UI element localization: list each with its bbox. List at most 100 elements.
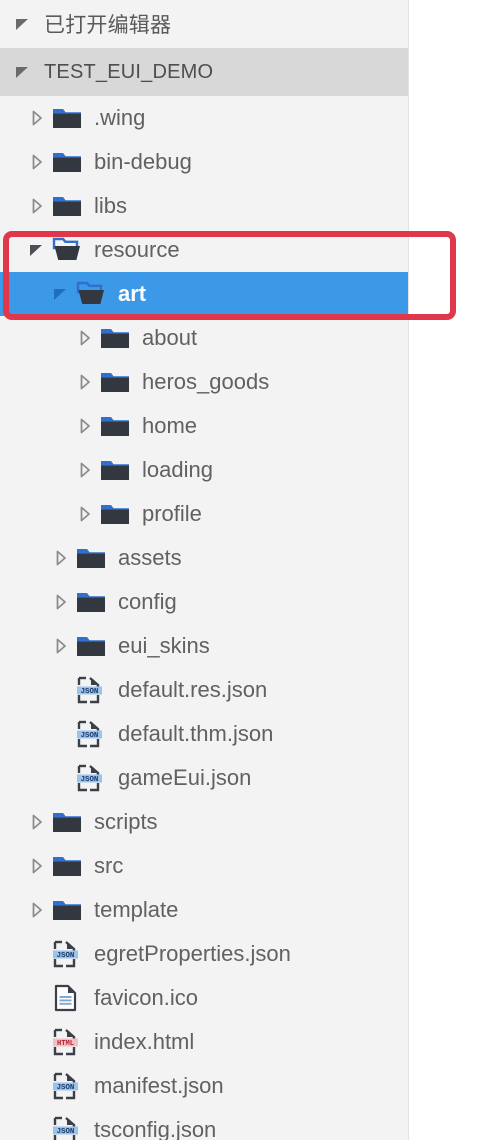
json-file-icon: JSON [52,1072,82,1100]
tree-row-label: eui_skins [118,633,210,658]
tree-file-row[interactable]: JSON egretProperties.json [0,932,408,976]
folder-closed-icon [100,324,130,352]
chevron-right-icon[interactable] [26,195,48,217]
tree-row-label: resource [94,237,180,262]
chevron-right-icon[interactable] [74,371,96,393]
folder-closed-icon [52,192,82,220]
chevron-right-icon[interactable] [26,855,48,877]
chevron-right-icon[interactable] [74,459,96,481]
tree-row-label: config [118,589,177,614]
tree-folder-row[interactable]: loading [0,448,408,492]
tree-row-label: favicon.ico [94,985,198,1010]
tree-row-label: heros_goods [142,369,270,394]
chevron-right-icon[interactable] [50,591,72,613]
folder-closed-icon [100,368,130,396]
svg-text:JSON: JSON [81,688,99,696]
section-header-label: 已打开编辑器 [44,14,172,37]
chevron-down-icon[interactable] [50,283,72,305]
twisty-placeholder [26,1031,48,1053]
twisty-placeholder [26,1119,48,1140]
chevron-right-icon[interactable] [26,899,48,921]
tree-row-label: loading [142,457,213,482]
section-header-opened-editors[interactable]: 已打开编辑器 [0,0,408,48]
tree-row-label: bin-debug [94,149,192,174]
chevron-right-icon[interactable] [26,107,48,129]
explorer-panel: 已打开编辑器 TEST_EUI_DEMO .wing bin-debug libs re… [0,0,409,1140]
tree-file-row[interactable]: JSON gameEui.json [0,756,408,800]
tree-row-label: default.res.json [118,677,268,702]
tree-folder-row[interactable]: .wing [0,96,408,140]
svg-text:JSON: JSON [81,776,99,784]
folder-open-icon [52,236,82,264]
twisty-placeholder [50,767,72,789]
tree-folder-row[interactable]: resource [0,228,408,272]
tree-folder-row[interactable]: eui_skins [0,624,408,668]
svg-text:JSON: JSON [57,952,75,960]
tree-row-label: egretProperties.json [94,941,291,966]
json-file-icon: JSON [52,1116,82,1140]
svg-text:JSON: JSON [81,732,99,740]
tree-row-label: libs [94,193,128,218]
svg-text:JSON: JSON [57,1128,75,1136]
svg-text:HTML: HTML [57,1040,74,1048]
json-file-icon: JSON [76,764,106,792]
twisty-placeholder [26,987,48,1009]
tree-folder-row[interactable]: art [0,272,408,316]
tree-row-label: about [142,325,198,350]
twisty-placeholder [26,1075,48,1097]
chevron-right-icon[interactable] [50,547,72,569]
svg-text:JSON: JSON [57,1084,75,1092]
twisty-placeholder [50,679,72,701]
chevron-right-icon[interactable] [74,503,96,525]
tree-row-label: scripts [94,809,158,834]
tree-folder-row[interactable]: config [0,580,408,624]
chevron-right-icon[interactable] [50,635,72,657]
chevron-right-icon[interactable] [74,327,96,349]
chevron-down-icon[interactable] [26,239,48,261]
tree-row-label: home [142,413,198,438]
chevron-right-icon[interactable] [26,811,48,833]
tree-folder-row[interactable]: about [0,316,408,360]
tree-folder-row[interactable]: scripts [0,800,408,844]
tree-folder-row[interactable]: src [0,844,408,888]
tree-folder-row[interactable]: profile [0,492,408,536]
text-file-icon [52,984,82,1012]
tree-file-row[interactable]: JSON manifest.json [0,1064,408,1108]
chevron-down-icon[interactable] [12,13,34,35]
tree-file-row[interactable]: HTML index.html [0,1020,408,1064]
tree-folder-row[interactable]: template [0,888,408,932]
tree-folder-row[interactable]: libs [0,184,408,228]
folder-open-icon [76,280,106,308]
section-header-label: TEST_EUI_DEMO [44,60,214,83]
tree-row-label: art [118,281,147,306]
tree-row-label: default.thm.json [118,721,274,746]
chevron-right-icon[interactable] [26,151,48,173]
tree-file-row[interactable]: JSON tsconfig.json [0,1108,408,1140]
tree-row-label: tsconfig.json [94,1117,217,1140]
tree-file-row[interactable]: favicon.ico [0,976,408,1020]
tree-row-label: assets [118,545,182,570]
folder-closed-icon [52,896,82,924]
tree-folder-row[interactable]: assets [0,536,408,580]
tree-row-label: src [94,853,124,878]
folder-closed-icon [52,148,82,176]
folder-closed-icon [76,544,106,572]
tree-file-row[interactable]: JSON default.thm.json [0,712,408,756]
json-file-icon: JSON [76,676,106,704]
tree-folder-row[interactable]: bin-debug [0,140,408,184]
tree-row-label: manifest.json [94,1073,224,1098]
chevron-down-icon[interactable] [12,61,34,83]
section-header-project-root[interactable]: TEST_EUI_DEMO [0,48,408,96]
file-tree: .wing bin-debug libs resource art about heros_… [0,96,408,1140]
tree-row-label: template [94,897,179,922]
folder-closed-icon [100,412,130,440]
tree-row-label: gameEui.json [118,765,252,790]
tree-row-label: .wing [94,105,146,130]
tree-folder-row[interactable]: home [0,404,408,448]
tree-folder-row[interactable]: heros_goods [0,360,408,404]
json-file-icon: JSON [52,940,82,968]
folder-closed-icon [100,456,130,484]
folder-closed-icon [52,808,82,836]
tree-file-row[interactable]: JSON default.res.json [0,668,408,712]
chevron-right-icon[interactable] [74,415,96,437]
